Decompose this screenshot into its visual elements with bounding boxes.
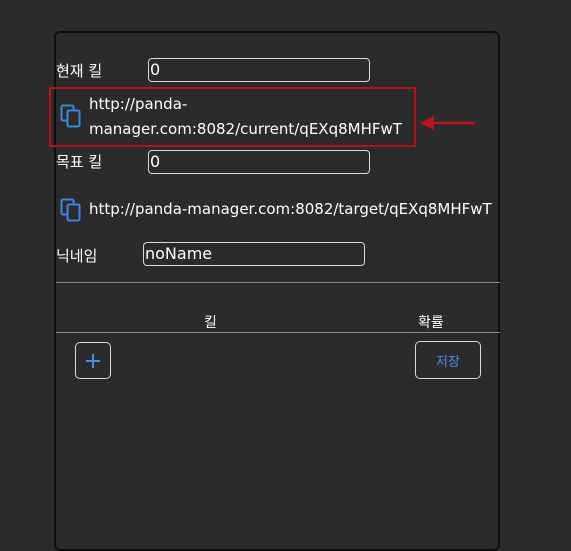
highlight-box [49,87,416,147]
target-url-link[interactable]: http://panda-manager.com:8082/target/qEX… [89,197,492,222]
nickname-label: 닉네임 [56,247,98,265]
column-header-kill: 킬 [204,315,217,331]
plus-icon [86,353,100,368]
save-button[interactable]: 저장 [415,341,481,379]
target-kill-input[interactable]: 0 [148,150,370,174]
current-kill-label: 현재 킬 [56,62,103,80]
current-kill-input[interactable]: 0 [148,58,370,82]
target-kill-label: 목표 킬 [56,153,103,171]
arrow-left-icon [420,116,475,130]
copy-icon[interactable] [60,198,82,222]
column-header-probability: 확률 [418,315,444,331]
nickname-input[interactable]: noName [143,242,365,266]
save-button-label: 저장 [436,354,460,370]
section-divider [56,282,500,283]
table-header-divider [56,332,500,333]
add-row-button[interactable] [75,342,111,379]
